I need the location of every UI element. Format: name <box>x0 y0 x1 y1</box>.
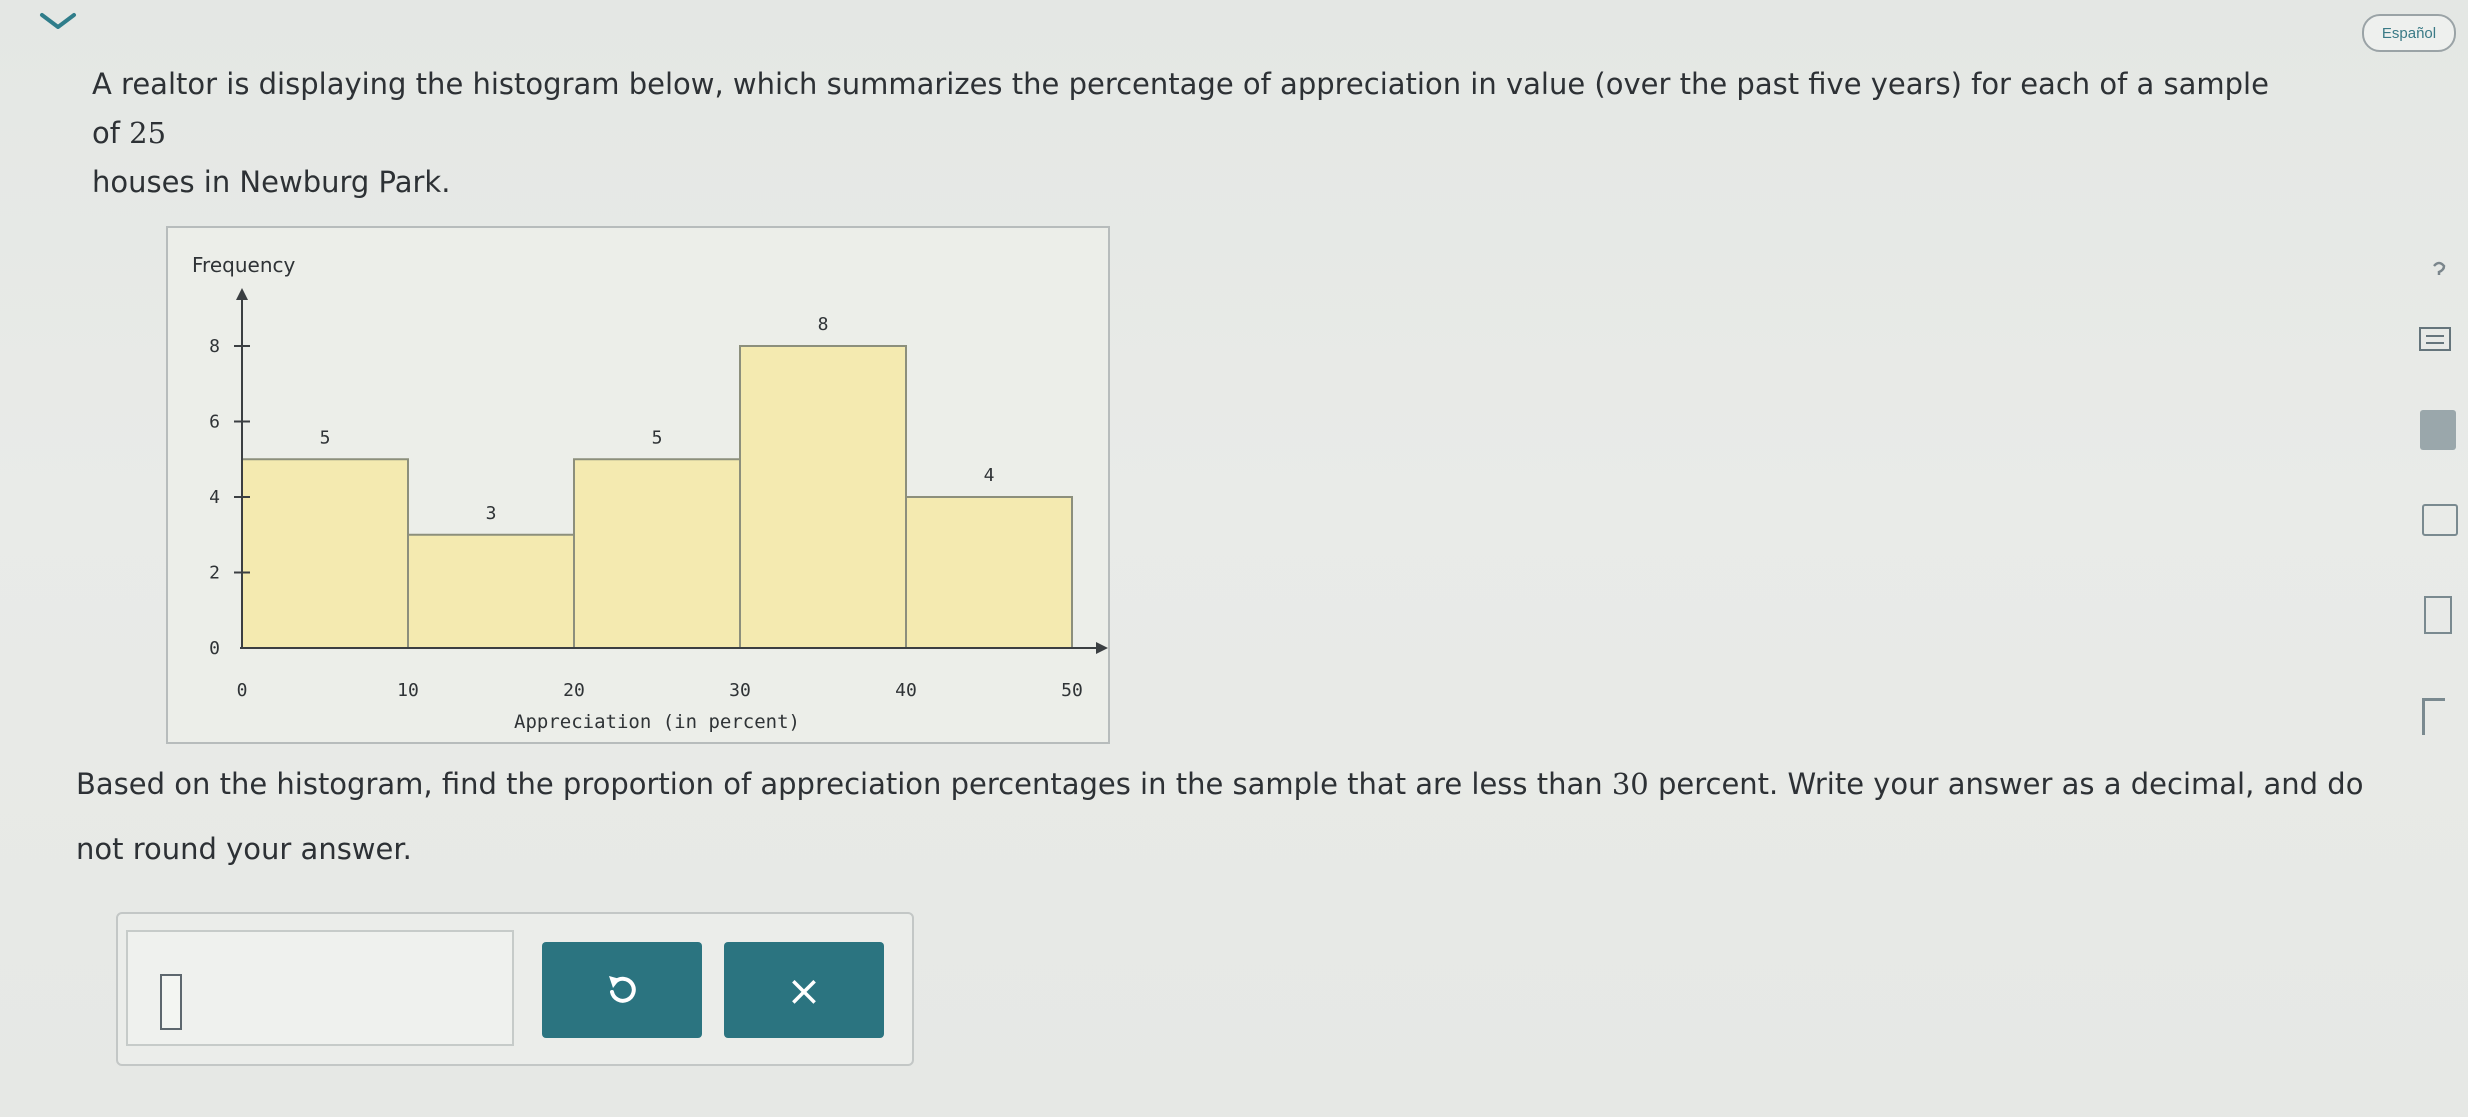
answer-panel: × <box>116 912 914 1066</box>
y-tick-label-8: 8 <box>209 336 220 357</box>
language-button[interactable]: Español <box>2362 14 2456 52</box>
x-tick-label-50: 50 <box>1061 680 1083 701</box>
bar-value-label-5: 4 <box>984 465 995 486</box>
notes-icon[interactable] <box>2420 410 2456 450</box>
y-tick-label-2: 2 <box>209 563 220 584</box>
sidebar-tools <box>2410 230 2468 830</box>
video-icon[interactable] <box>2422 504 2458 536</box>
histogram-bar-2 <box>407 533 575 649</box>
histogram-bar-4 <box>739 345 907 649</box>
histogram-svg: Frequency53584024680 10 20 30 40 50Appreciati… <box>192 253 1108 733</box>
y-tick-label-4: 4 <box>209 487 220 508</box>
clear-button[interactable]: × <box>724 942 884 1038</box>
bar-value-label-3: 5 <box>652 427 663 448</box>
x-tick-label-0: 0 <box>237 680 248 701</box>
sample-size: 25 <box>129 116 167 150</box>
undo-button[interactable] <box>542 942 702 1038</box>
close-icon: × <box>786 965 822 1015</box>
x-tick-label-30: 30 <box>729 680 751 701</box>
chevron-down-icon <box>40 13 76 29</box>
bar-value-label-4: 8 <box>818 314 829 335</box>
help-icon[interactable] <box>2430 260 2448 282</box>
threshold-value: 30 <box>1611 767 1649 801</box>
question-text: A realtor is displaying the histogram be… <box>92 60 2292 207</box>
book-icon[interactable] <box>2424 596 2452 634</box>
collapse-chevron-button[interactable] <box>34 6 82 36</box>
instruction-text: Based on the histogram, find the proport… <box>76 752 2376 882</box>
input-cursor-box <box>160 974 182 1030</box>
calculator-icon[interactable] <box>2418 324 2452 354</box>
histogram: Frequency 5 3 5 8 4 0 2 4 6 8 0 10 20 30 40 50 Appreciati… <box>166 226 1110 744</box>
instruction-before: Based on the histogram, find the proport… <box>76 767 1612 801</box>
answer-input[interactable] <box>126 930 514 1046</box>
x-tick-label-40: 40 <box>895 680 917 701</box>
bar-value-label-1: 5 <box>320 427 331 448</box>
x-tick-label-10: 10 <box>397 680 419 701</box>
histogram-bar-3 <box>573 458 741 649</box>
undo-icon <box>609 976 636 1003</box>
histogram-bar-1 <box>241 458 409 649</box>
x-tick-label-20: 20 <box>563 680 585 701</box>
x-axis-label: Appreciation (in percent) <box>514 711 800 733</box>
bar-value-label-2: 3 <box>486 503 497 524</box>
x-axis-arrow <box>1096 642 1108 654</box>
y-axis-label: Frequency <box>192 253 295 277</box>
reference-icon[interactable] <box>2422 698 2445 735</box>
question-line-1: A realtor is displaying the histogram be… <box>92 67 2269 150</box>
y-axis-arrow <box>236 288 248 300</box>
question-line-2: houses in Newburg Park. <box>92 165 451 199</box>
histogram-bar-5 <box>905 496 1073 649</box>
y-tick-label-0: 0 <box>209 638 220 659</box>
y-tick-label-6: 6 <box>209 412 220 433</box>
